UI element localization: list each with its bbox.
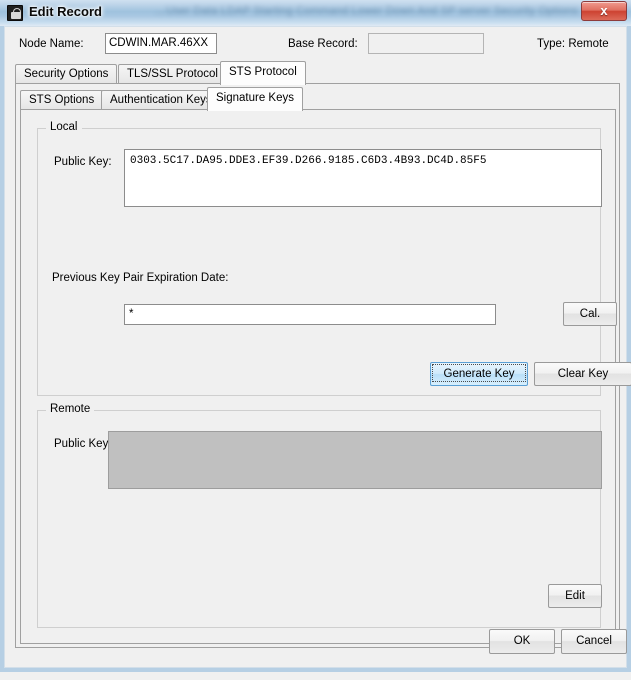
tab-signature-keys[interactable]: Signature Keys (207, 87, 303, 111)
local-public-key-textarea[interactable]: 0303.5C17.DA95.DDE3.EF39.D266.9185.C6D3.… (124, 149, 602, 207)
edit-record-window: …User Data LDAP Starting Command Lower D… (0, 0, 631, 680)
remote-group-title: Remote (46, 403, 95, 415)
header-row: Node Name: CDWIN.MAR.46XX Base Record: T… (5, 27, 626, 61)
sts-protocol-panel: STS Options Authentication Keys Signatur… (15, 83, 631, 648)
title-bar: …User Data LDAP Starting Command Lower D… (0, 0, 631, 26)
glass-background-text: …User Data LDAP Starting Command Lower D… (155, 5, 578, 17)
remote-group: Remote Public Key: Edit (37, 403, 602, 628)
window-title: Edit Record (29, 4, 102, 19)
remote-public-key-label: Public Key: (54, 438, 112, 450)
close-icon: x (600, 3, 608, 18)
calendar-button[interactable]: Cal. (563, 302, 617, 326)
edit-button[interactable]: Edit (548, 584, 602, 608)
node-name-label: Node Name: (19, 38, 84, 50)
tab-security-options[interactable]: Security Options (15, 64, 118, 83)
local-public-key-label: Public Key: (54, 156, 112, 168)
close-button[interactable]: x (581, 1, 627, 21)
lock-icon (7, 5, 23, 21)
window-body-inner: Node Name: CDWIN.MAR.46XX Base Record: T… (4, 26, 631, 668)
base-record-input[interactable] (368, 33, 484, 54)
tab-sts-options[interactable]: STS Options (20, 90, 104, 109)
tab-sts-protocol[interactable]: STS Protocol (220, 61, 306, 85)
cancel-button[interactable]: Cancel (561, 629, 627, 654)
clear-key-button[interactable]: Clear Key (534, 362, 631, 386)
tab-tls-ssl-protocol[interactable]: TLS/SSL Protocol (118, 64, 227, 83)
ok-button[interactable]: OK (489, 629, 555, 654)
expiration-date-input[interactable]: * (124, 304, 496, 325)
base-record-label: Base Record: (288, 38, 358, 50)
tab-authentication-keys[interactable]: Authentication Keys (101, 90, 221, 109)
generate-key-button[interactable]: Generate Key (430, 362, 528, 386)
remote-public-key-textarea (108, 431, 602, 489)
expiration-date-label: Previous Key Pair Expiration Date: (52, 272, 229, 284)
local-group-title: Local (46, 121, 82, 133)
node-name-input[interactable]: CDWIN.MAR.46XX (105, 33, 217, 54)
window-body: Node Name: CDWIN.MAR.46XX Base Record: T… (0, 26, 631, 672)
record-type-label: Type: Remote (537, 38, 609, 50)
outer-tab-strip: Security Options TLS/SSL Protocol STS Pr… (15, 61, 620, 85)
inner-tab-strip: STS Options Authentication Keys Signatur… (20, 87, 616, 111)
signature-keys-panel: Local Public Key: 0303.5C17.DA95.DDE3.EF… (20, 109, 631, 644)
generate-key-button-label: Generate Key (432, 364, 526, 382)
local-group: Local Public Key: 0303.5C17.DA95.DDE3.EF… (37, 121, 631, 396)
